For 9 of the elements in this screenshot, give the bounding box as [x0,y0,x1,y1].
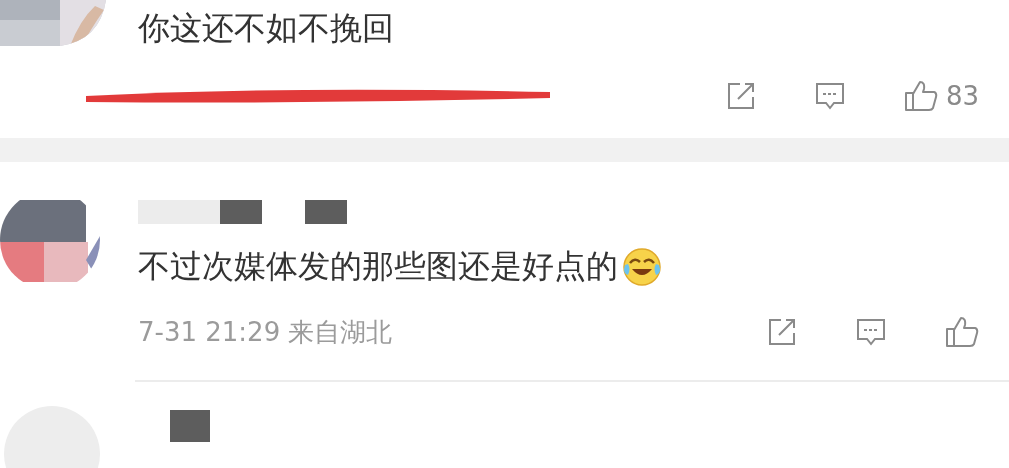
comment-icon[interactable] [855,317,887,347]
like-button[interactable]: 83 [903,80,979,112]
share-icon[interactable] [725,81,756,111]
share-icon[interactable] [767,317,797,347]
like-button[interactable] [945,316,979,348]
comment-icon[interactable] [813,81,846,111]
comment-text: 不过次媒体发的那些图还是好点的 [138,246,618,287]
comment-time-location: 7-31 21:29 来自湖北 [138,315,393,349]
comment-text: 你这还不如不挽回 [138,8,394,49]
